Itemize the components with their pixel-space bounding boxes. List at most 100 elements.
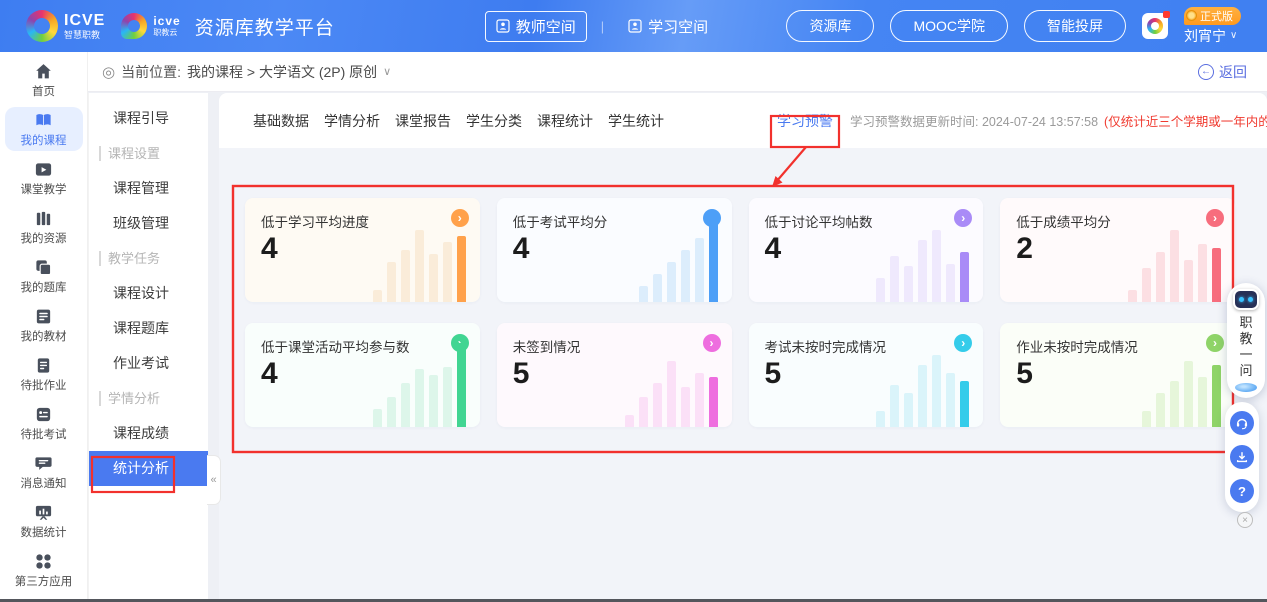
sidebar-collapse-handle[interactable]: «	[207, 455, 221, 505]
sidebar-item-classroom-teaching[interactable]: 课堂教学	[5, 156, 83, 200]
card-not-signed-in[interactable]: 未签到情况 › 5	[497, 323, 732, 427]
card-title: 未签到情况	[513, 336, 581, 356]
statistics-board-icon	[34, 503, 53, 522]
update-scope-note: (仅统计近三个学期或一年内的数据)	[1104, 111, 1267, 130]
mooc-academy-button[interactable]: MOOC学院	[890, 10, 1008, 42]
card-value: 2	[1016, 232, 1033, 266]
card-low-discussion-posts[interactable]: 低于讨论平均帖数 › 4	[749, 198, 984, 302]
submenu-item-homework-exam[interactable]: 作业考试	[89, 346, 208, 381]
back-button[interactable]: ← 返回	[1198, 62, 1247, 82]
sidebar-item-my-textbooks[interactable]: 我的教材	[5, 303, 83, 347]
student-space-icon	[628, 19, 642, 33]
card-value: 4	[513, 232, 530, 266]
card-mini-bar-chart	[373, 230, 466, 302]
smart-cast-button[interactable]: 智能投屏	[1024, 10, 1126, 42]
help-button[interactable]: ?	[1230, 479, 1254, 503]
user-name[interactable]: 刘宵宁 ∨	[1184, 26, 1237, 46]
card-arrow-icon[interactable]: ›	[1206, 209, 1224, 227]
sidebar-item-label: 我的教材	[21, 328, 67, 344]
card-value: 5	[513, 357, 530, 391]
card-title: 低于讨论平均帖数	[765, 211, 873, 231]
version-badge: 正式版	[1184, 7, 1241, 25]
app-avatar-icon[interactable]	[1142, 13, 1168, 39]
submenu-section-learning-analysis: 学情分析	[89, 381, 208, 416]
course-book-icon	[34, 111, 53, 130]
breadcrumb-path[interactable]: 我的课程 > 大学语文 (2P) 原创	[187, 62, 377, 82]
classroom-video-icon	[34, 160, 53, 179]
close-widgets-button[interactable]: ×	[1237, 512, 1253, 528]
sidebar-item-label: 第三方应用	[15, 573, 73, 589]
notification-dot	[1163, 11, 1170, 18]
back-arrow-icon: ←	[1198, 64, 1214, 80]
card-value: 4	[261, 357, 278, 391]
tab-course-statistics[interactable]: 课程统计	[537, 111, 593, 131]
submenu-item-course-guide[interactable]: 课程引导	[89, 101, 208, 136]
sidebar-item-label: 我的题库	[21, 279, 67, 295]
card-title: 低于考试平均分	[513, 211, 608, 231]
icve-logo-title: ICVE	[64, 13, 105, 29]
user-block[interactable]: 正式版 刘宵宁 ∨	[1184, 7, 1241, 46]
course-submenu: 课程引导 课程设置 课程管理 班级管理 教学任务 课程设计 课程题库 作业考试 …	[88, 93, 208, 599]
tab-learning-analysis[interactable]: 学情分析	[324, 111, 380, 131]
resource-library-button[interactable]: 资源库	[786, 10, 874, 42]
card-mini-bar-chart	[876, 230, 969, 302]
icve-cloud-logo-text: icve 职教云	[153, 15, 180, 37]
submenu-item-course-grades[interactable]: 课程成绩	[89, 416, 208, 451]
breadcrumb-caret-icon[interactable]: ∨	[383, 65, 391, 78]
teacher-space-button[interactable]: 教师空间	[485, 11, 587, 42]
tab-basic-data[interactable]: 基础数据	[253, 111, 309, 131]
card-low-grade-average[interactable]: 低于成绩平均分 › 2	[1000, 198, 1235, 302]
tab-student-classification[interactable]: 学生分类	[466, 111, 522, 131]
question-mark-icon: ?	[1238, 485, 1246, 498]
space-switcher: 教师空间 | 学习空间	[485, 11, 718, 42]
submenu-item-class-management[interactable]: 班级管理	[89, 206, 208, 241]
sidebar-item-my-question-bank[interactable]: 我的题库	[5, 254, 83, 298]
icve-logo-subtitle: 智慧职教	[64, 31, 105, 40]
sidebar-item-home[interactable]: 首页	[5, 58, 83, 102]
header-right: 资源库 MOOC学院 智能投屏 正式版 刘宵宁 ∨	[786, 7, 1241, 46]
card-value: 5	[1016, 357, 1033, 391]
sidebar-item-pending-homework[interactable]: 待批作业	[5, 352, 83, 396]
download-button[interactable]	[1230, 445, 1254, 469]
sidebar-item-messages[interactable]: 消息通知	[5, 450, 83, 494]
sidebar-item-my-resources[interactable]: 我的资源	[5, 205, 83, 249]
customer-service-button[interactable]	[1230, 411, 1254, 435]
exam-paper-icon	[34, 405, 53, 424]
submenu-item-statistical-analysis[interactable]: 统计分析	[89, 451, 208, 486]
card-low-learning-progress[interactable]: 低于学习平均进度 › 4	[245, 198, 480, 302]
card-low-classroom-participation[interactable]: 低于课堂活动平均参与数 › 4	[245, 323, 480, 427]
tab-learning-warning[interactable]: 学习预警	[777, 111, 833, 131]
icve-logo-icon	[26, 10, 58, 42]
sidebar-item-label: 首页	[32, 83, 55, 99]
platform-title: 资源库教学平台	[195, 13, 335, 40]
sidebar-item-label: 待批考试	[21, 426, 67, 442]
card-homework-not-completed-on-time[interactable]: 作业未按时完成情况 › 5	[1000, 323, 1235, 427]
tab-student-statistics[interactable]: 学生统计	[608, 111, 664, 131]
submenu-item-course-management[interactable]: 课程管理	[89, 171, 208, 206]
breadcrumb-bar: ◎ 当前位置: 我的课程 > 大学语文 (2P) 原创 ∨ ← 返回	[88, 52, 1267, 92]
tab-classroom-report[interactable]: 课堂报告	[395, 111, 451, 131]
home-icon	[34, 62, 53, 81]
card-mini-bar-chart	[876, 355, 969, 427]
card-arrow-icon[interactable]: ›	[703, 334, 721, 352]
sidebar-item-data-statistics[interactable]: 数据统计	[5, 499, 83, 543]
sidebar-item-label: 我的资源	[21, 230, 67, 246]
card-arrow-icon[interactable]: ›	[451, 209, 469, 227]
sidebar-item-my-courses[interactable]: 我的课程	[5, 107, 83, 151]
submenu-section-course-settings: 课程设置	[89, 136, 208, 171]
submenu-item-course-design[interactable]: 课程设计	[89, 276, 208, 311]
sidebar-item-third-party-apps[interactable]: 第三方应用	[5, 548, 83, 592]
icve-cloud-logo-title: icve	[153, 15, 180, 27]
student-space-button[interactable]: 学习空间	[618, 12, 718, 41]
card-arrow-icon[interactable]: ›	[954, 334, 972, 352]
submenu-item-course-question-bank[interactable]: 课程题库	[89, 311, 208, 346]
medal-icon	[1186, 10, 1197, 21]
card-arrow-icon[interactable]: ›	[1206, 334, 1224, 352]
back-label: 返回	[1219, 62, 1247, 82]
card-arrow-icon[interactable]: ›	[954, 209, 972, 227]
sidebar-item-pending-exams[interactable]: 待批考试	[5, 401, 83, 445]
icve-cloud-logo-subtitle: 职教云	[153, 29, 180, 37]
card-exam-not-completed-on-time[interactable]: 考试未按时完成情况 › 5	[749, 323, 984, 427]
card-low-exam-average[interactable]: 低于考试平均分 › 4	[497, 198, 732, 302]
ai-assistant-widget[interactable]: 职教一问	[1227, 283, 1265, 398]
